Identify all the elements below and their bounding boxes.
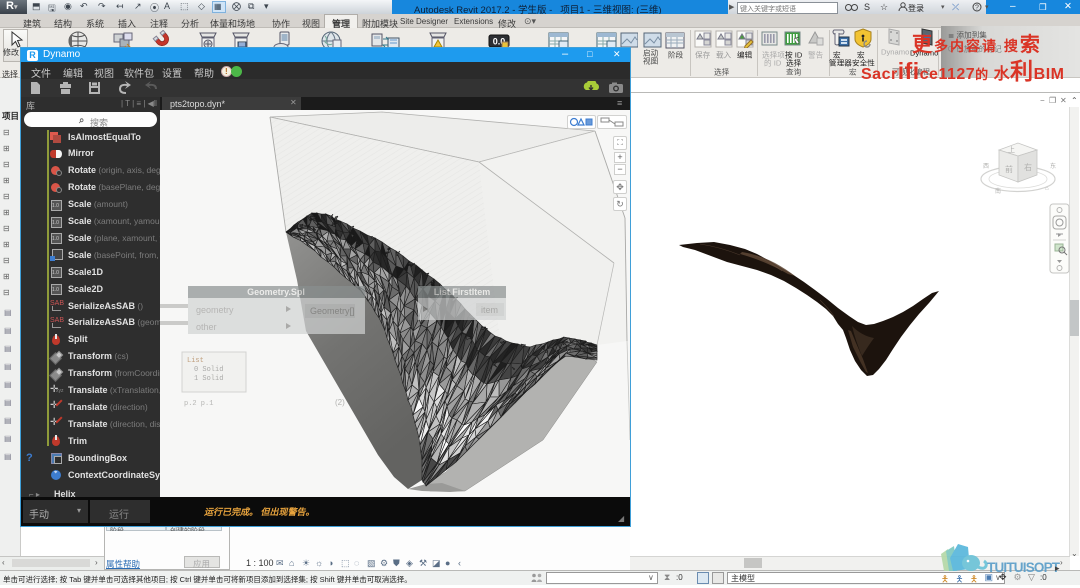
svg-text:Geometry.Spl: Geometry.Spl [247, 287, 305, 297]
svg-text:List.FirstItem: List.FirstItem [434, 287, 491, 297]
svg-text:?: ? [975, 5, 979, 12]
svg-text:Geometry[]: Geometry[] [310, 306, 355, 316]
svg-text:1 Solid: 1 Solid [194, 375, 223, 383]
svg-text:▸: ▸ [1055, 563, 1060, 573]
svg-text:南: 南 [995, 187, 1001, 195]
svg-text:右: 右 [1024, 162, 1032, 172]
svg-text:p.2 p.1: p.2 p.1 [184, 400, 213, 408]
svg-text:前: 前 [1005, 164, 1013, 174]
svg-text:item: item [481, 305, 498, 315]
svg-text:geometry: geometry [196, 305, 234, 315]
svg-text:(2): (2) [335, 398, 345, 407]
svg-text:List: List [187, 357, 204, 365]
svg-text:TUITUISOPT: TUITUISOPT [987, 560, 1061, 575]
svg-text:东: 东 [1050, 162, 1056, 170]
svg-text:other: other [196, 322, 217, 332]
svg-text:⌂: ⌂ [1045, 186, 1049, 192]
svg-text:上: 上 [1008, 145, 1015, 154]
svg-text:西: 西 [983, 163, 989, 170]
svg-text:0 Solid: 0 Solid [194, 366, 223, 374]
